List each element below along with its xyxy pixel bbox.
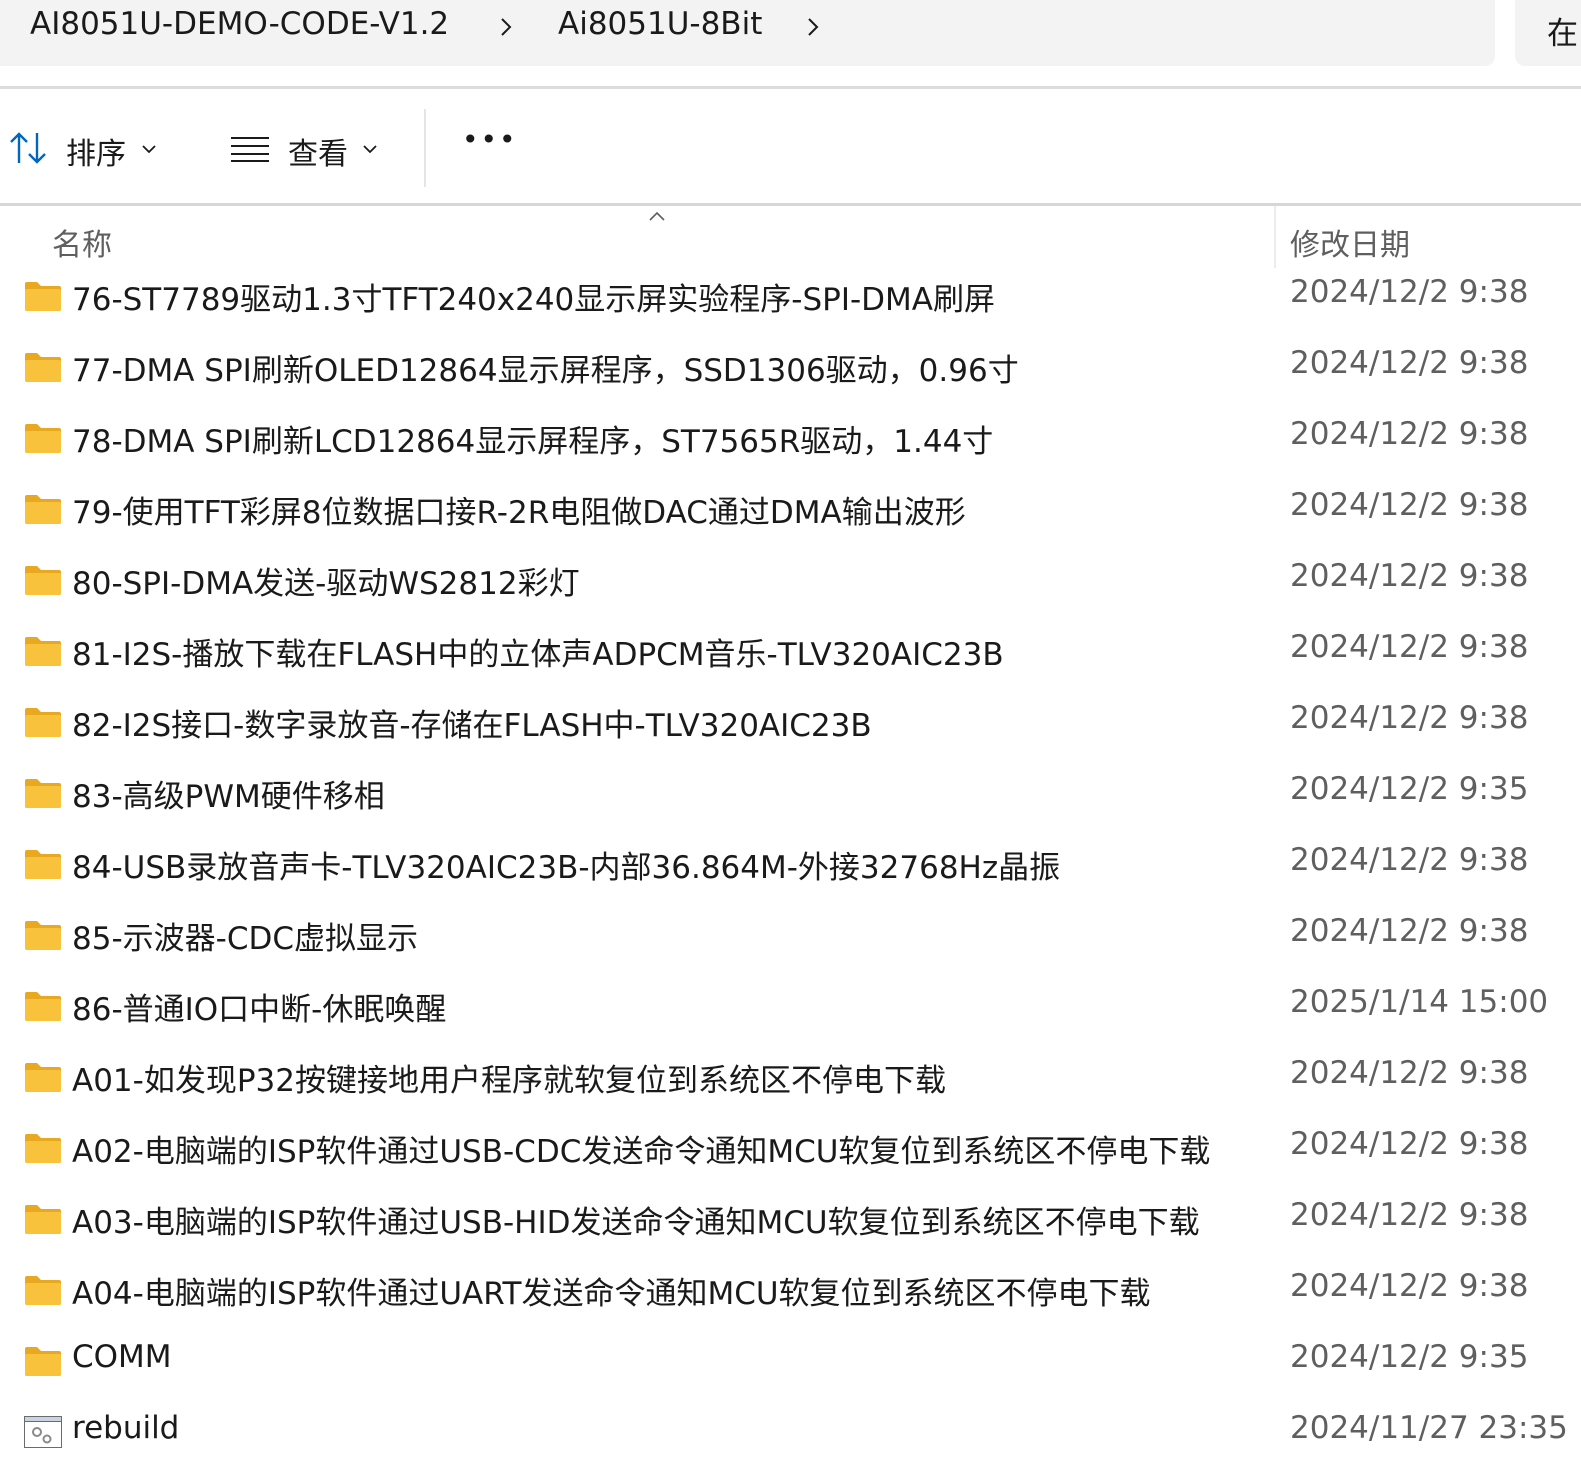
file-modified-date: 2024/12/2 9:38 — [1290, 274, 1529, 310]
file-name: A01-如发现P32按键接地用户程序就软复位到系统区不停电下载 — [72, 1063, 946, 1099]
folder-icon — [24, 777, 62, 809]
file-row[interactable]: 85-示波器-CDC虚拟显示 2024/12/2 9:38 — [0, 903, 1581, 974]
folder-icon — [24, 1061, 62, 1093]
folder-icon — [24, 564, 62, 596]
file-row[interactable]: 77-DMA SPI刷新OLED12864显示屏程序，SSD1306驱动，0.9… — [0, 335, 1581, 406]
file-modified-date: 2024/12/2 9:38 — [1290, 700, 1529, 736]
search-placeholder: 在 — [1547, 16, 1578, 52]
file-name: 78-DMA SPI刷新LCD12864显示屏程序，ST7565R驱动，1.44… — [72, 424, 994, 460]
folder-icon — [24, 351, 62, 383]
breadcrumb-item-root[interactable]: AI8051U-DEMO-CODE-V1.2 — [30, 6, 449, 42]
file-row[interactable]: 79-使用TFT彩屏8位数据口接R-2R电阻做DAC通过DMA输出波形 2024/… — [0, 477, 1581, 548]
column-header-date[interactable]: 修改日期 — [1290, 220, 1410, 264]
file-modified-date: 2024/12/2 9:35 — [1290, 1339, 1529, 1375]
file-modified-date: 2024/11/27 23:35 — [1290, 1410, 1568, 1446]
search-box[interactable]: 在 — [1515, 0, 1581, 66]
file-modified-date: 2024/12/2 9:38 — [1290, 842, 1529, 878]
chevron-down-icon — [142, 145, 156, 154]
file-row[interactable]: COMM 2024/12/2 9:35 — [0, 1329, 1581, 1400]
folder-icon — [24, 848, 62, 880]
toolbar-divider — [424, 109, 426, 187]
file-row[interactable]: A02-电脑端的ISP软件通过USB-CDC发送命令通知MCU软复位到系统区不停… — [0, 1116, 1581, 1187]
file-name: 82-I2S接口-数字录放音-存储在FLASH中-TLV320AIC23B — [72, 708, 872, 744]
file-name: rebuild — [72, 1410, 180, 1446]
list-view-icon — [231, 137, 269, 162]
file-name: 77-DMA SPI刷新OLED12864显示屏程序，SSD1306驱动，0.9… — [72, 353, 1019, 389]
folder-icon — [24, 1345, 62, 1377]
column-resize-handle[interactable] — [1274, 206, 1276, 268]
chevron-right-icon[interactable] — [802, 16, 824, 38]
file-row[interactable]: 84-USB录放音声卡-TLV320AIC23B-内部36.864M-外接327… — [0, 832, 1581, 903]
sort-label: 排序 — [66, 137, 126, 172]
sort-icon — [10, 132, 46, 164]
column-header-row: 名称 修改日期 — [0, 206, 1581, 268]
chevron-right-icon[interactable] — [495, 16, 517, 38]
folder-icon — [24, 990, 62, 1022]
file-modified-date: 2024/12/2 9:38 — [1290, 1055, 1529, 1091]
file-row[interactable]: A01-如发现P32按键接地用户程序就软复位到系统区不停电下载 2024/12/2… — [0, 1045, 1581, 1116]
file-name: 79-使用TFT彩屏8位数据口接R-2R电阻做DAC通过DMA输出波形 — [72, 495, 966, 531]
file-name: A03-电脑端的ISP软件通过USB-HID发送命令通知MCU软复位到系统区不停… — [72, 1205, 1200, 1241]
folder-icon — [24, 1203, 62, 1235]
file-row[interactable]: 81-I2S-播放下载在FLASH中的立体声ADPCM音乐-TLV320AIC2… — [0, 619, 1581, 690]
folder-icon — [24, 635, 62, 667]
file-modified-date: 2024/12/2 9:38 — [1290, 558, 1529, 594]
file-name: A02-电脑端的ISP软件通过USB-CDC发送命令通知MCU软复位到系统区不停… — [72, 1134, 1211, 1170]
folder-icon — [24, 1132, 62, 1164]
file-row[interactable]: A04-电脑端的ISP软件通过UART发送命令通知MCU软复位到系统区不停电下载… — [0, 1258, 1581, 1329]
file-list: 76-ST7789驱动1.3寸TFT240x240显示屏实验程序-SPI-DMA… — [0, 264, 1581, 1471]
file-modified-date: 2025/1/14 15:00 — [1290, 984, 1549, 1020]
file-row[interactable]: A03-电脑端的ISP软件通过USB-HID发送命令通知MCU软复位到系统区不停… — [0, 1187, 1581, 1258]
file-row[interactable]: 76-ST7789驱动1.3寸TFT240x240显示屏实验程序-SPI-DMA… — [0, 264, 1581, 335]
view-button[interactable]: 查看 — [220, 89, 400, 203]
batch-file-icon — [24, 1416, 62, 1448]
file-modified-date: 2024/12/2 9:38 — [1290, 629, 1529, 665]
file-name: 85-示波器-CDC虚拟显示 — [72, 921, 418, 957]
more-options-button[interactable]: ••• — [450, 89, 530, 203]
breadcrumb: AI8051U-DEMO-CODE-V1.2 Ai8051U-8Bit — [0, 0, 1495, 66]
file-row[interactable]: 82-I2S接口-数字录放音-存储在FLASH中-TLV320AIC23B 202… — [0, 690, 1581, 761]
folder-icon — [24, 422, 62, 454]
more-icon: ••• — [462, 123, 518, 156]
file-name: COMM — [72, 1339, 172, 1375]
file-name: A04-电脑端的ISP软件通过UART发送命令通知MCU软复位到系统区不停电下载 — [72, 1276, 1151, 1312]
folder-icon — [24, 919, 62, 951]
column-header-name[interactable]: 名称 — [52, 220, 112, 264]
file-row[interactable]: 78-DMA SPI刷新LCD12864显示屏程序，ST7565R驱动，1.44… — [0, 406, 1581, 477]
file-modified-date: 2024/12/2 9:38 — [1290, 1268, 1529, 1304]
file-row[interactable]: 80-SPI-DMA发送-驱动WS2812彩灯 2024/12/2 9:38 — [0, 548, 1581, 619]
folder-icon — [24, 493, 62, 525]
sort-button[interactable]: 排序 — [0, 89, 180, 203]
file-modified-date: 2024/12/2 9:38 — [1290, 416, 1529, 452]
file-modified-date: 2024/12/2 9:38 — [1290, 913, 1529, 949]
sort-ascending-icon — [649, 211, 665, 221]
file-name: 84-USB录放音声卡-TLV320AIC23B-内部36.864M-外接327… — [72, 850, 1061, 886]
file-name: 81-I2S-播放下载在FLASH中的立体声ADPCM音乐-TLV320AIC2… — [72, 637, 1004, 673]
file-name: 76-ST7789驱动1.3寸TFT240x240显示屏实验程序-SPI-DMA… — [72, 282, 995, 318]
file-row[interactable]: rebuild 2024/11/27 23:35 — [0, 1400, 1581, 1471]
file-modified-date: 2024/12/2 9:38 — [1290, 345, 1529, 381]
chevron-down-icon — [363, 145, 377, 154]
file-modified-date: 2024/12/2 9:35 — [1290, 771, 1529, 807]
file-name: 86-普通IO口中断-休眠唤醒 — [72, 992, 447, 1028]
folder-icon — [24, 706, 62, 738]
file-modified-date: 2024/12/2 9:38 — [1290, 487, 1529, 523]
file-row[interactable]: 83-高级PWM硬件移相 2024/12/2 9:35 — [0, 761, 1581, 832]
file-name: 83-高级PWM硬件移相 — [72, 779, 385, 815]
file-modified-date: 2024/12/2 9:38 — [1290, 1197, 1529, 1233]
file-modified-date: 2024/12/2 9:38 — [1290, 1126, 1529, 1162]
breadcrumb-item-current[interactable]: Ai8051U-8Bit — [558, 6, 762, 42]
view-label: 查看 — [288, 137, 348, 172]
file-name: 80-SPI-DMA发送-驱动WS2812彩灯 — [72, 566, 580, 602]
folder-icon — [24, 280, 62, 312]
file-row[interactable]: 86-普通IO口中断-休眠唤醒 2025/1/14 15:00 — [0, 974, 1581, 1045]
folder-icon — [24, 1274, 62, 1306]
command-bar: 排序 查看 ••• — [0, 89, 1581, 203]
